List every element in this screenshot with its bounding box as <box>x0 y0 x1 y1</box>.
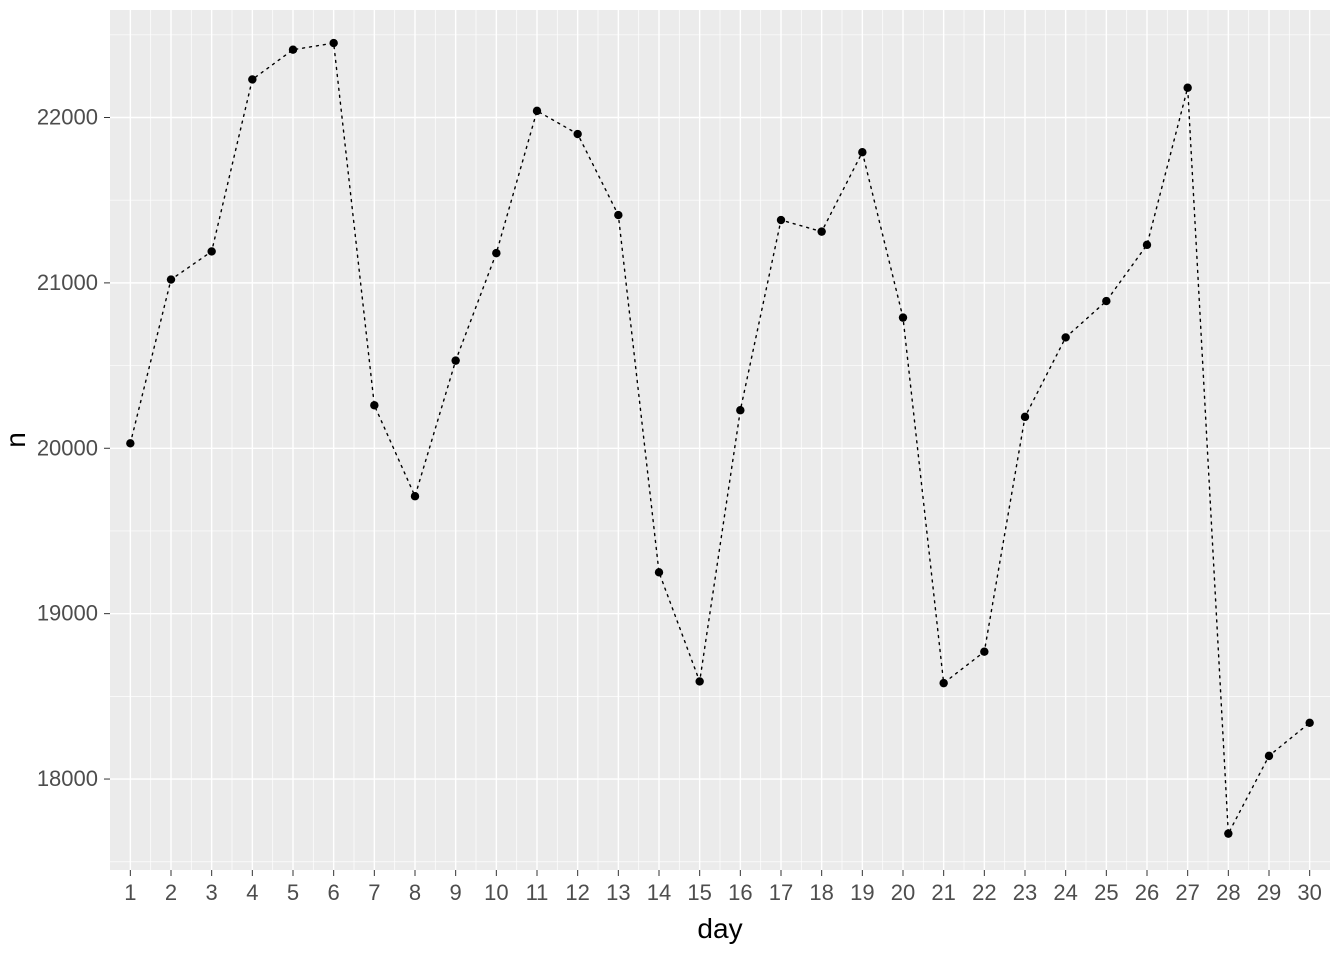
x-tick-label: 21 <box>931 880 955 905</box>
x-tick-label: 14 <box>647 880 671 905</box>
x-tick-label: 13 <box>606 880 630 905</box>
x-tick-label: 27 <box>1175 880 1199 905</box>
x-tick-label: 24 <box>1053 880 1077 905</box>
chart-svg: 1234567891011121314151617181920212223242… <box>0 0 1344 960</box>
data-point <box>329 39 337 47</box>
data-point <box>126 439 134 447</box>
data-point <box>1102 297 1110 305</box>
x-tick-label: 15 <box>687 880 711 905</box>
x-tick-label: 6 <box>328 880 340 905</box>
x-tick-label: 17 <box>769 880 793 905</box>
x-tick-label: 8 <box>409 880 421 905</box>
x-tick-label: 22 <box>972 880 996 905</box>
x-axis-title: day <box>697 913 742 944</box>
data-point <box>777 216 785 224</box>
x-tick-label: 11 <box>526 880 549 905</box>
data-point <box>614 211 622 219</box>
data-point <box>1021 413 1029 421</box>
x-tick-label: 29 <box>1257 880 1281 905</box>
x-tick-label: 2 <box>165 880 177 905</box>
data-point <box>411 492 419 500</box>
y-tick-label: 22000 <box>37 105 98 130</box>
data-point <box>858 148 866 156</box>
data-point <box>736 406 744 414</box>
y-axis-title: n <box>0 432 31 448</box>
x-tick-label: 30 <box>1297 880 1321 905</box>
data-point <box>451 356 459 364</box>
data-point <box>939 679 947 687</box>
x-tick-label: 4 <box>246 880 258 905</box>
x-tick-label: 23 <box>1013 880 1037 905</box>
chart-container: 1234567891011121314151617181920212223242… <box>0 0 1344 960</box>
data-point <box>370 401 378 409</box>
data-point <box>1265 752 1273 760</box>
x-tick-label: 28 <box>1216 880 1240 905</box>
data-point <box>1143 241 1151 249</box>
data-point <box>167 275 175 283</box>
data-point <box>533 107 541 115</box>
x-tick-label: 9 <box>450 880 462 905</box>
data-point <box>899 313 907 321</box>
data-point <box>1183 84 1191 92</box>
x-tick-label: 10 <box>484 880 508 905</box>
data-point <box>1305 719 1313 727</box>
data-point <box>1224 829 1232 837</box>
x-tick-label: 26 <box>1135 880 1159 905</box>
x-tick-label: 3 <box>206 880 218 905</box>
data-point <box>1061 333 1069 341</box>
x-tick-label: 16 <box>728 880 752 905</box>
data-point <box>573 130 581 138</box>
x-tick-label: 5 <box>287 880 299 905</box>
data-point <box>248 75 256 83</box>
x-tick-label: 1 <box>124 880 136 905</box>
x-tick-label: 25 <box>1094 880 1118 905</box>
x-tick-label: 19 <box>850 880 874 905</box>
x-tick-label: 18 <box>809 880 833 905</box>
data-point <box>289 45 297 53</box>
data-point <box>695 677 703 685</box>
data-point <box>492 249 500 257</box>
x-tick-label: 12 <box>565 880 589 905</box>
y-tick-label: 19000 <box>37 601 98 626</box>
data-point <box>655 568 663 576</box>
x-tick-label: 7 <box>368 880 380 905</box>
y-tick-label: 21000 <box>37 270 98 295</box>
y-tick-label: 20000 <box>37 435 98 460</box>
data-point <box>817 227 825 235</box>
y-tick-label: 18000 <box>37 766 98 791</box>
data-point <box>207 247 215 255</box>
data-point <box>980 647 988 655</box>
x-tick-label: 20 <box>891 880 915 905</box>
